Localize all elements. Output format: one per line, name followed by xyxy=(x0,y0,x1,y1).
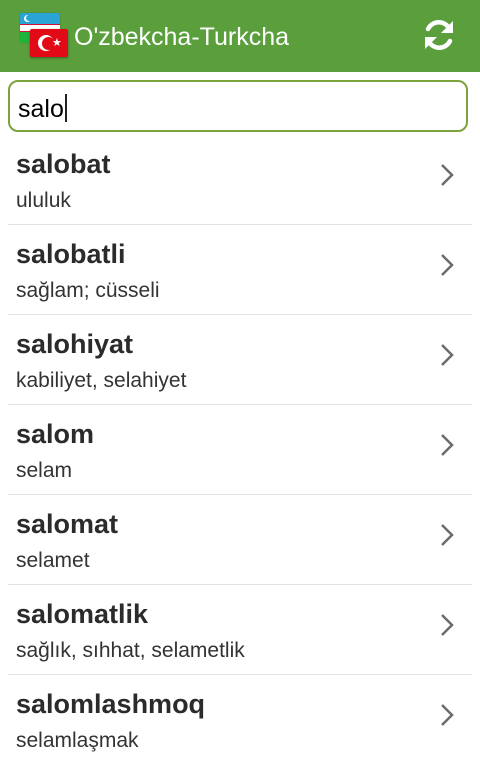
list-item[interactable]: salomat selamet xyxy=(8,495,472,585)
entry-meaning: selamlaşmak xyxy=(16,729,139,752)
list-item[interactable]: salom selam xyxy=(8,405,472,495)
entry-meaning: sağlık, sıhhat, selametlik xyxy=(16,639,245,662)
chevron-right-icon xyxy=(441,614,454,636)
toolbar: ★ O'zbekcha-Turkcha xyxy=(0,0,480,72)
chevron-right-icon xyxy=(441,524,454,546)
entry-word: salobatli xyxy=(16,239,126,269)
entry-word: salobat xyxy=(16,149,111,179)
list-item[interactable]: salobat ululuk xyxy=(8,135,472,225)
list-item[interactable]: salomatlik sağlık, sıhhat, selametlik xyxy=(8,585,472,675)
entry-word: salom xyxy=(16,419,95,449)
turkey-flag-icon: ★ xyxy=(30,29,68,57)
entry-word: salohiyat xyxy=(16,329,134,359)
chevron-right-icon xyxy=(441,164,454,186)
chevron-right-icon xyxy=(441,704,454,726)
chevron-right-icon xyxy=(441,434,454,456)
list-item[interactable]: salohiyat kabiliyet, selahiyet xyxy=(8,315,472,405)
refresh-icon[interactable] xyxy=(420,16,458,54)
uzbek-turkish-flags-icon[interactable]: ★ xyxy=(18,11,70,61)
entry-meaning: kabiliyet, selahiyet xyxy=(16,369,187,392)
entry-meaning: ululuk xyxy=(16,189,71,212)
entry-word: salomatlik xyxy=(16,599,149,629)
search-box[interactable]: salo xyxy=(8,80,468,132)
app-title: O'zbekcha-Turkcha xyxy=(74,23,290,51)
chevron-right-icon xyxy=(441,344,454,366)
entry-meaning: selamet xyxy=(16,549,90,572)
list-item[interactable]: salobatli sağlam; cüsseli xyxy=(8,225,472,315)
entry-word: salomlashmoq xyxy=(16,689,206,719)
entry-word: salomat xyxy=(16,509,119,539)
search-input[interactable]: salo xyxy=(18,94,67,123)
entry-meaning: sağlam; cüsseli xyxy=(16,279,160,302)
dictionary-app: ★ O'zbekcha-Turkcha salo salobat ululuk … xyxy=(0,0,480,762)
entry-meaning: selam xyxy=(16,459,73,482)
results-list: salobat ululuk salobatli sağlam; cüsseli… xyxy=(0,135,480,762)
chevron-right-icon xyxy=(441,254,454,276)
list-item[interactable]: salomlashmoq selamlaşmak xyxy=(8,675,472,762)
text-caret xyxy=(64,94,67,122)
search-input-value: salo xyxy=(18,95,64,123)
